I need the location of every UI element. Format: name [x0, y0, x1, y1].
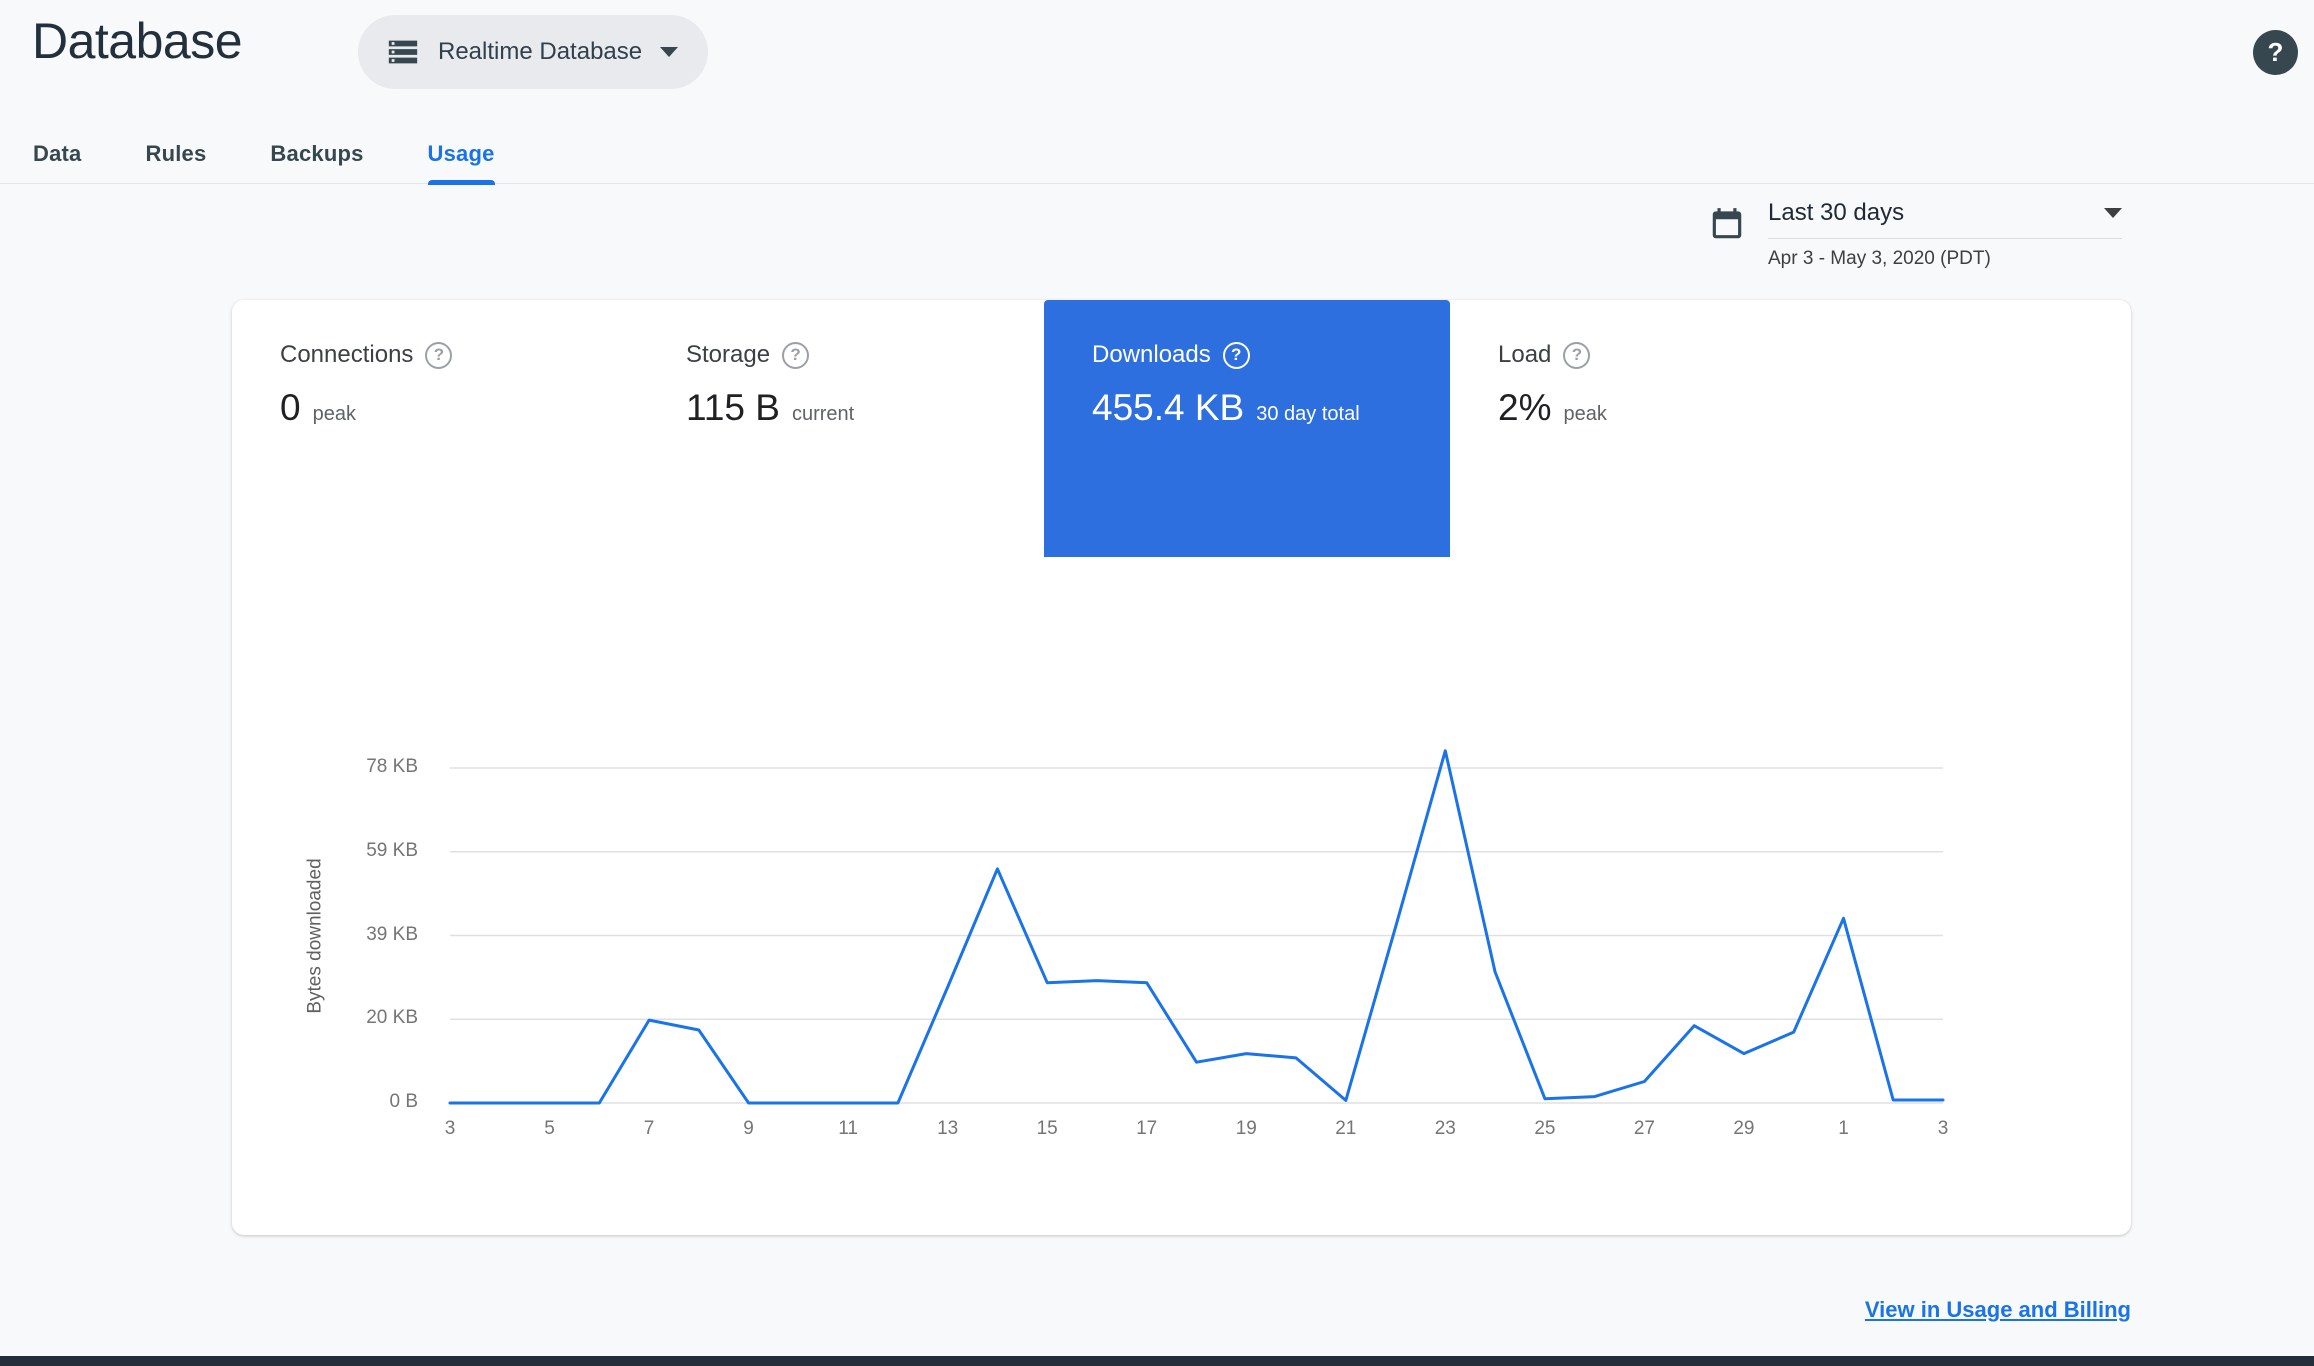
x-tick-label: 29 [1733, 1118, 1755, 1139]
date-range-body: Last 30 days Apr 3 - May 3, 2020 (PDT) [1768, 199, 2122, 270]
database-icon [388, 40, 418, 64]
x-tick-label: 23 [1434, 1118, 1456, 1139]
y-tick-label: 78 KB [366, 756, 418, 777]
date-range-selected: Last 30 days [1768, 199, 1905, 226]
help-button[interactable]: ? [2253, 30, 2298, 75]
y-tick-label: 0 B [389, 1091, 418, 1112]
tab-data[interactable]: Data [33, 141, 82, 183]
date-range-detail: Apr 3 - May 3, 2020 (PDT) [1768, 248, 1991, 269]
chevron-down-icon [2104, 208, 2122, 218]
footer-bar [0, 1356, 2314, 1366]
x-tick-label: 1 [1838, 1118, 1849, 1139]
x-tick-label: 19 [1235, 1118, 1257, 1139]
database-instance-selector[interactable]: Realtime Database [358, 15, 709, 89]
database-instance-label: Realtime Database [438, 38, 643, 65]
help-icon: ? [2267, 37, 2284, 67]
x-tick-label: 9 [743, 1118, 754, 1139]
x-tick-label: 5 [544, 1118, 555, 1139]
x-tick-label: 11 [838, 1118, 858, 1139]
y-tick-label: 59 KB [366, 839, 418, 861]
firebase-database-usage-page: Database Realtime Database ? Data Rules … [0, 0, 2314, 1366]
x-tick-label: 27 [1633, 1118, 1655, 1139]
y-axis-ticks: 0 B 20 KB 39 KB 59 KB 78 KB [232, 300, 434, 1235]
tab-backups[interactable]: Backups [270, 141, 363, 183]
date-range-selector[interactable]: Last 30 days Apr 3 - May 3, 2020 (PDT) [1708, 199, 2122, 270]
y-tick-label: 39 KB [366, 923, 418, 945]
x-tick-label: 13 [937, 1118, 959, 1139]
y-tick-label: 20 KB [366, 1007, 418, 1029]
x-tick-label: 25 [1534, 1118, 1556, 1139]
x-tick-label: 7 [643, 1118, 655, 1139]
x-tick-label: 21 [1335, 1118, 1357, 1139]
date-range-dropdown[interactable]: Last 30 days [1768, 199, 2122, 239]
x-axis-ticks: 3 5 7 9 11 13 15 17 19 21 23 25 27 29 1 3 [445, 1118, 1949, 1148]
chevron-down-icon [660, 47, 679, 57]
tab-bar: Data Rules Backups Usage [0, 128, 2314, 185]
calendar-icon [1712, 208, 1742, 239]
x-tick-label: 17 [1136, 1118, 1158, 1139]
downloads-chart: Bytes downloaded 0 B 20 KB 39 KB 59 KB 78 KB… [232, 300, 2131, 1235]
x-tick-label: 15 [1036, 1118, 1058, 1139]
usage-card: Connections ? 0 peak Storage ? 115 B cur… [232, 300, 2131, 1235]
usage-billing-link[interactable]: View in Usage and Billing [1865, 1297, 2131, 1323]
tab-usage[interactable]: Usage [427, 141, 495, 185]
x-tick-label: 3 [444, 1118, 456, 1139]
page-title: Database [32, 13, 243, 69]
tab-rules[interactable]: Rules [146, 141, 207, 183]
x-tick-label: 3 [1937, 1118, 1949, 1139]
line-chart-plot [448, 749, 1945, 1105]
